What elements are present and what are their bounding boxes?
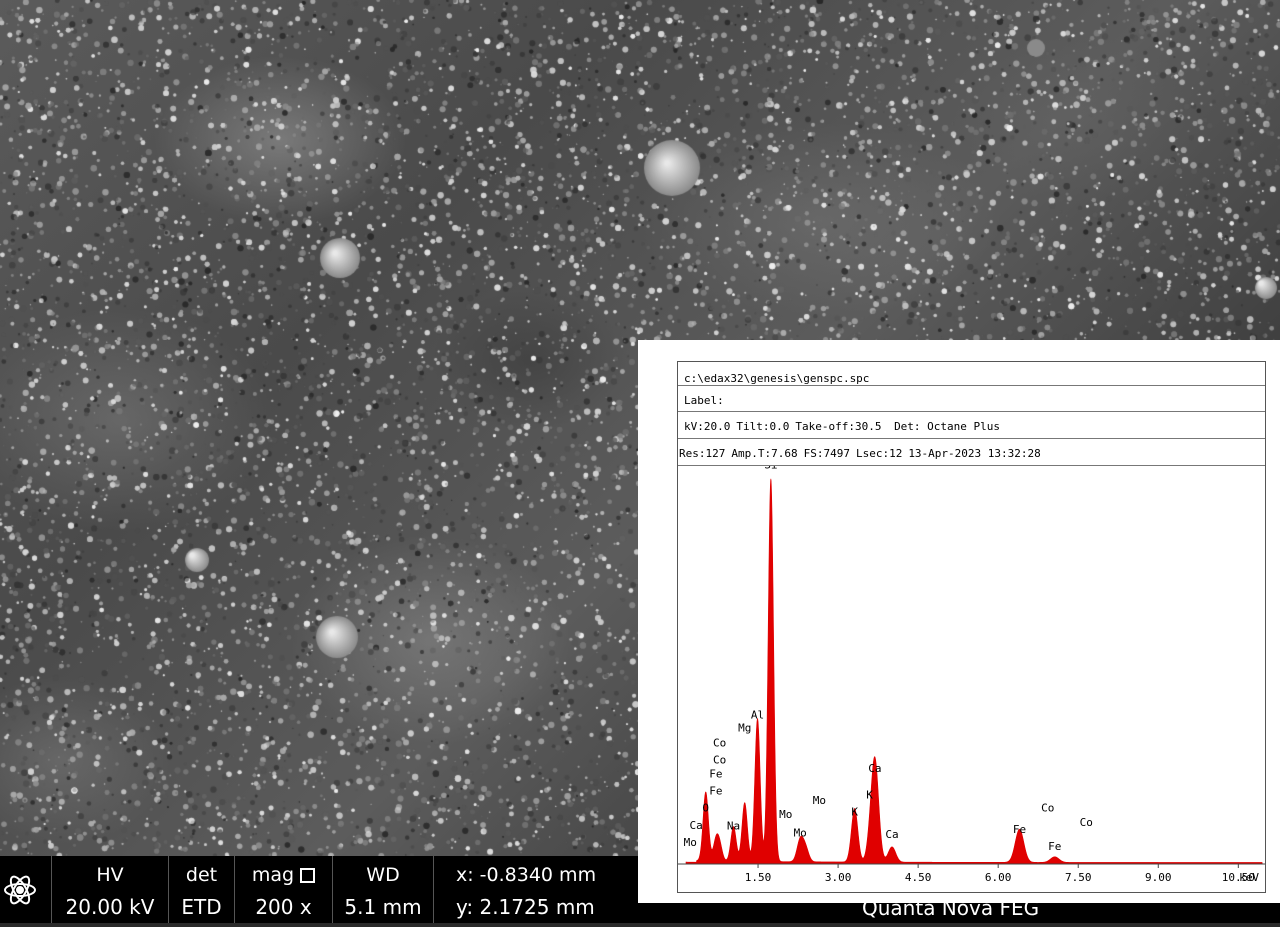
mag-square-icon	[300, 868, 316, 883]
eds-file-path: c:\edax32\genesis\genspc.spc	[678, 362, 1265, 386]
stage-position-readout: x: -0.8340 mm y: 2.1725 mm	[434, 856, 626, 923]
mag-label: mag	[251, 864, 295, 886]
atom-logo-icon	[4, 875, 36, 905]
peak-label: Ca	[868, 762, 881, 775]
magnification-readout: mag 200 x	[235, 856, 333, 923]
spectrum-area	[685, 478, 1263, 865]
eds-lsec: Lsec:12	[855, 447, 903, 460]
peak-label: Co	[1041, 801, 1054, 814]
working-distance-readout: WD 5.1 mm	[333, 856, 434, 923]
eds-acquisition-line: kV:20.0 Tilt:0.0 Take-off:30.5 Det: Octane…	[678, 412, 1265, 439]
peak-label: Co	[713, 737, 726, 750]
det-value: ETD	[181, 895, 222, 919]
peak-label: Fe	[709, 785, 722, 798]
peak-label: Al	[751, 709, 764, 722]
eds-datetime: 13-Apr-2023 13:32:28	[908, 447, 1041, 460]
peak-label: O	[702, 801, 709, 814]
eds-tilt: Tilt:0.0	[736, 420, 790, 433]
peak-label: Ca	[885, 828, 898, 841]
peak-label: K	[866, 789, 873, 802]
stage-x-value: x: -0.8340 mm	[456, 864, 597, 886]
eds-amp: Amp.T:7.68	[731, 447, 798, 460]
peak-label: Si	[764, 466, 777, 472]
peak-label: Co	[713, 753, 726, 766]
x-tick-label: 1.50	[745, 871, 772, 884]
peak-label: K	[851, 806, 858, 819]
peak-label: Mo	[813, 794, 826, 807]
x-axis-label: keV	[1239, 871, 1259, 884]
peak-label: Fe	[1013, 823, 1026, 836]
x-tick-label: 3.00	[825, 871, 852, 884]
hv-readout: HV 20.00 kV	[52, 856, 169, 923]
eds-spectrum-panel: c:\edax32\genesis\genspc.spc Label: kV:2…	[638, 340, 1280, 903]
hv-value: 20.00 kV	[65, 895, 155, 919]
wd-value: 5.1 mm	[344, 895, 422, 919]
det-label: det	[185, 864, 218, 886]
eds-fs: FS:7497	[803, 447, 850, 460]
eds-label-line: Label:	[678, 386, 1265, 412]
x-tick-label: 7.50	[1065, 871, 1092, 884]
peak-label: Mo	[794, 826, 807, 839]
x-tick-label: 9.00	[1145, 871, 1172, 884]
eds-res: Res:127	[679, 447, 726, 460]
peak-label: Mg	[738, 721, 751, 734]
peak-label: Mo	[779, 808, 792, 821]
peak-label: Mo	[684, 836, 697, 849]
eds-settings-line: Res:127 Amp.T:7.68 FS:7497 Lsec:12 13-Apr-20…	[678, 439, 1265, 466]
eds-takeoff: Take-off:30.5	[795, 420, 882, 433]
eds-spectrum-chart: 1.503.004.506.007.509.0010.50keVSiAlMgCo…	[678, 466, 1265, 884]
peak-label: Na	[727, 819, 740, 832]
hv-label: HV	[96, 864, 124, 886]
eds-kv: kV:20.0	[684, 420, 731, 433]
fei-logo	[0, 856, 52, 923]
peak-label: Ca	[690, 819, 703, 832]
wd-label: WD	[366, 864, 400, 886]
mag-value: 200 x	[255, 895, 312, 919]
stage-y-value: y: 2.1725 mm	[456, 895, 595, 919]
eds-detector: Det: Octane Plus	[894, 420, 1001, 433]
x-tick-label: 6.00	[985, 871, 1012, 884]
peak-label: Co	[1080, 816, 1093, 829]
peak-label: Fe	[1048, 840, 1061, 853]
x-tick-label: 4.50	[905, 871, 932, 884]
peak-label: Fe	[709, 767, 722, 780]
detector-readout: det ETD	[169, 856, 235, 923]
eds-spectrum-frame: c:\edax32\genesis\genspc.spc Label: kV:2…	[677, 361, 1266, 893]
